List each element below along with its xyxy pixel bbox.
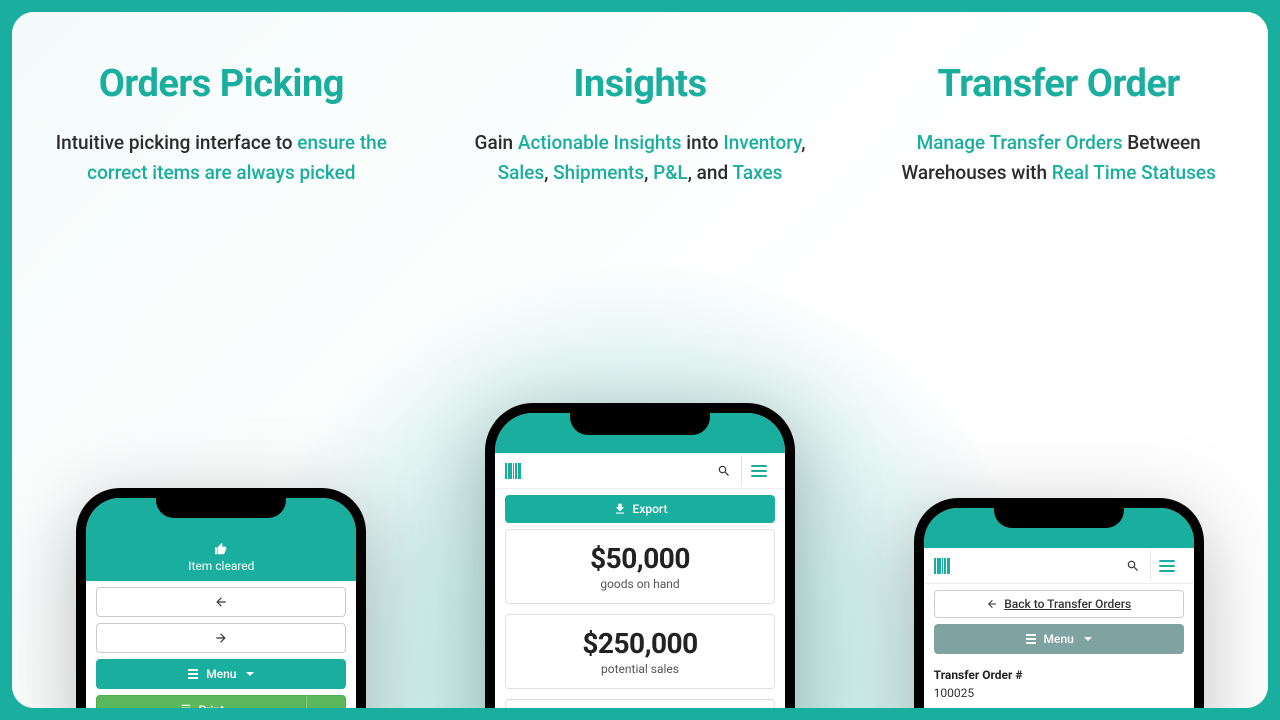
hamburger-icon (751, 465, 767, 477)
col2-title: Insights (461, 62, 820, 106)
prev-button[interactable] (96, 587, 346, 617)
col3-desc: Manage Transfer Orders Between Warehouse… (879, 128, 1238, 189)
menu-toggle[interactable] (741, 456, 775, 486)
search-button[interactable] (707, 456, 741, 486)
print-dropdown[interactable] (306, 695, 346, 708)
app-logo-icon[interactable] (505, 463, 521, 479)
phone-orders: Item cleared Menu (76, 488, 366, 708)
next-button[interactable] (96, 623, 346, 653)
col2-desc: Gain Actionable Insights into Inventory,… (461, 128, 820, 189)
stat-goods-on-hand: $50,000 goods on hand (505, 529, 775, 604)
search-button[interactable] (1116, 551, 1150, 581)
search-icon (717, 464, 731, 478)
search-icon (1126, 559, 1140, 573)
print-button[interactable]: Print (96, 695, 306, 708)
export-button[interactable]: Export (505, 495, 775, 523)
back-button[interactable]: Back to Transfer Orders (934, 590, 1184, 618)
thumbs-up-icon (86, 542, 356, 559)
item-cleared-banner: Item cleared (86, 536, 356, 581)
col3-title: Transfer Order (879, 62, 1238, 106)
list-icon (188, 669, 198, 679)
menu-toggle[interactable] (1150, 551, 1184, 581)
transfer-menu-button[interactable]: Menu (934, 624, 1184, 654)
app-logo-icon[interactable] (934, 558, 950, 574)
col1-title: Orders Picking (42, 62, 401, 106)
field-transfer-order: Transfer Order #100025 (934, 668, 1184, 700)
phone-transfer: Back to Transfer Orders Menu Transfer Or… (914, 498, 1204, 708)
phone-insights: Export $50,000 goods on hand $250,000 po… (485, 403, 795, 708)
download-icon (613, 502, 627, 516)
hamburger-icon (1159, 560, 1175, 572)
list-icon (1026, 634, 1036, 644)
menu-button[interactable]: Menu (96, 659, 346, 689)
stat-potential-wholesale: $196,500 potential wholesale (505, 699, 775, 708)
col1-desc: Intuitive picking interface to ensure th… (42, 128, 401, 189)
stat-potential-sales: $250,000 potential sales (505, 614, 775, 689)
print-icon (179, 703, 193, 708)
back-icon (986, 598, 998, 610)
